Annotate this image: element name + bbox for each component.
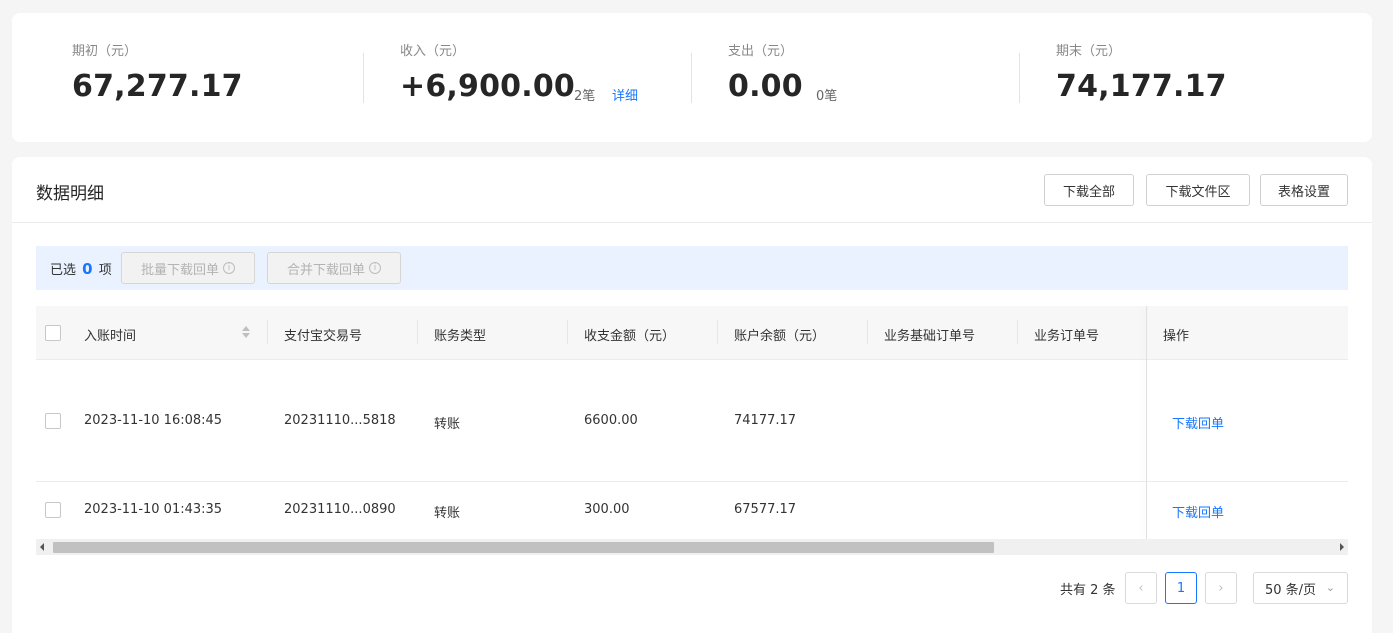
table-row: 2023-11-10 01:43:35 20231110...0890 转账 3… [36, 482, 1348, 539]
cell-type: 转账 [434, 506, 461, 521]
row-checkbox[interactable] [45, 502, 61, 518]
cell-trade-no: 20231110...5818 [284, 413, 396, 428]
selection-bar: 已选 0 项 批量下载回单 i 合并下载回单 i [36, 246, 1348, 290]
batch-download-label: 批量下载回单 [140, 262, 219, 278]
column-header-order: 业务订单号 [1034, 329, 1100, 344]
selection-suffix: 项 [98, 263, 112, 278]
scroll-left-icon[interactable] [40, 543, 44, 551]
cell-time: 2023-11-10 16:08:45 [84, 413, 223, 428]
merge-download-receipt-button[interactable]: 合并下载回单 i [267, 252, 401, 284]
download-all-button[interactable]: 下载全部 [1044, 174, 1134, 206]
selection-count-text: 已选 0 项 [50, 259, 112, 278]
batch-download-receipt-button[interactable]: 批量下载回单 i [121, 252, 255, 284]
select-all-checkbox[interactable] [45, 325, 61, 341]
column-header-base-order: 业务基础订单号 [884, 329, 976, 344]
chevron-left-icon: ‹ [1138, 580, 1144, 596]
column-header-balance: 账户余额（元） [734, 329, 826, 344]
column-divider [417, 320, 418, 344]
horizontal-scrollbar[interactable] [36, 539, 1348, 555]
column-divider [717, 320, 718, 344]
cell-amount: 300.00 [584, 502, 630, 517]
expense-count: 0笔 [816, 89, 838, 104]
column-header-amount: 收支金额（元） [584, 329, 676, 344]
details-card: 数据明细 下载全部 下载文件区 表格设置 已选 0 项 批量下载回单 i 合并下… [12, 157, 1372, 633]
selection-count: 0 [82, 260, 93, 278]
opening-label: 期初（元） [72, 44, 138, 59]
merge-download-label: 合并下载回单 [286, 262, 365, 278]
income-count: 2笔 [574, 89, 596, 104]
income-detail-link[interactable]: 详细 [612, 85, 638, 104]
closing-label: 期末（元） [1056, 44, 1122, 59]
transactions-table: 入账时间 支付宝交易号 账务类型 收支金额（元） 账户余额（元） 业务基础订单号… [36, 306, 1348, 539]
column-header-trade-no: 支付宝交易号 [284, 329, 363, 344]
divider [363, 53, 364, 103]
expense-value: 0.00 [728, 69, 803, 104]
opening-value: 67,277.17 [72, 69, 243, 104]
column-divider [1017, 320, 1018, 344]
info-icon: i [369, 262, 381, 274]
cell-balance: 74177.17 [734, 413, 797, 428]
column-divider [867, 320, 868, 344]
download-receipt-link[interactable]: 下载回单 [1172, 413, 1224, 432]
header-divider [12, 222, 1372, 223]
income-value: +6,900.00 [400, 69, 575, 104]
table-row: 2023-11-10 16:08:45 20231110...5818 转账 6… [36, 361, 1348, 482]
column-header-type: 账务类型 [434, 329, 487, 344]
column-header-action: 操作 [1163, 329, 1190, 344]
download-receipt-link[interactable]: 下载回单 [1172, 502, 1224, 521]
page-size-value: 50 条/页 [1265, 582, 1317, 598]
expense-label: 支出（元） [728, 44, 794, 59]
cell-balance: 67577.17 [734, 502, 797, 517]
sort-icon[interactable] [242, 326, 250, 340]
next-page-button[interactable]: › [1205, 572, 1237, 604]
divider [1019, 53, 1020, 103]
prev-page-button[interactable]: ‹ [1125, 572, 1157, 604]
chevron-down-icon: ⌄ [1325, 581, 1335, 594]
table-settings-button[interactable]: 表格设置 [1260, 174, 1348, 206]
info-icon: i [223, 262, 235, 274]
section-title: 数据明细 [36, 184, 104, 204]
download-files-button[interactable]: 下载文件区 [1146, 174, 1250, 206]
closing-value: 74,177.17 [1056, 69, 1227, 104]
cell-type: 转账 [434, 417, 461, 432]
column-divider [567, 320, 568, 344]
divider [691, 53, 692, 103]
table-header: 入账时间 支付宝交易号 账务类型 收支金额（元） 账户余额（元） 业务基础订单号… [36, 306, 1348, 360]
total-count: 共有 2 条 [1060, 583, 1116, 598]
scroll-right-icon[interactable] [1340, 543, 1344, 551]
column-header-time: 入账时间 [84, 329, 137, 344]
cell-time: 2023-11-10 01:43:35 [84, 502, 223, 517]
scrollbar-thumb[interactable] [53, 542, 994, 553]
page-size-select[interactable]: 50 条/页 ⌄ [1253, 572, 1348, 604]
row-checkbox[interactable] [45, 413, 61, 429]
selection-prefix: 已选 [50, 263, 77, 278]
chevron-right-icon: › [1218, 580, 1224, 596]
fixed-column-shadow [1146, 306, 1147, 539]
cell-amount: 6600.00 [584, 413, 638, 428]
summary-card: 期初（元） 67,277.17 收入（元） +6,900.00 2笔 详细 支出… [12, 13, 1372, 142]
page-1-button[interactable]: 1 [1165, 572, 1197, 604]
income-label: 收入（元） [400, 44, 466, 59]
cell-trade-no: 20231110...0890 [284, 502, 396, 517]
column-divider [267, 320, 268, 344]
